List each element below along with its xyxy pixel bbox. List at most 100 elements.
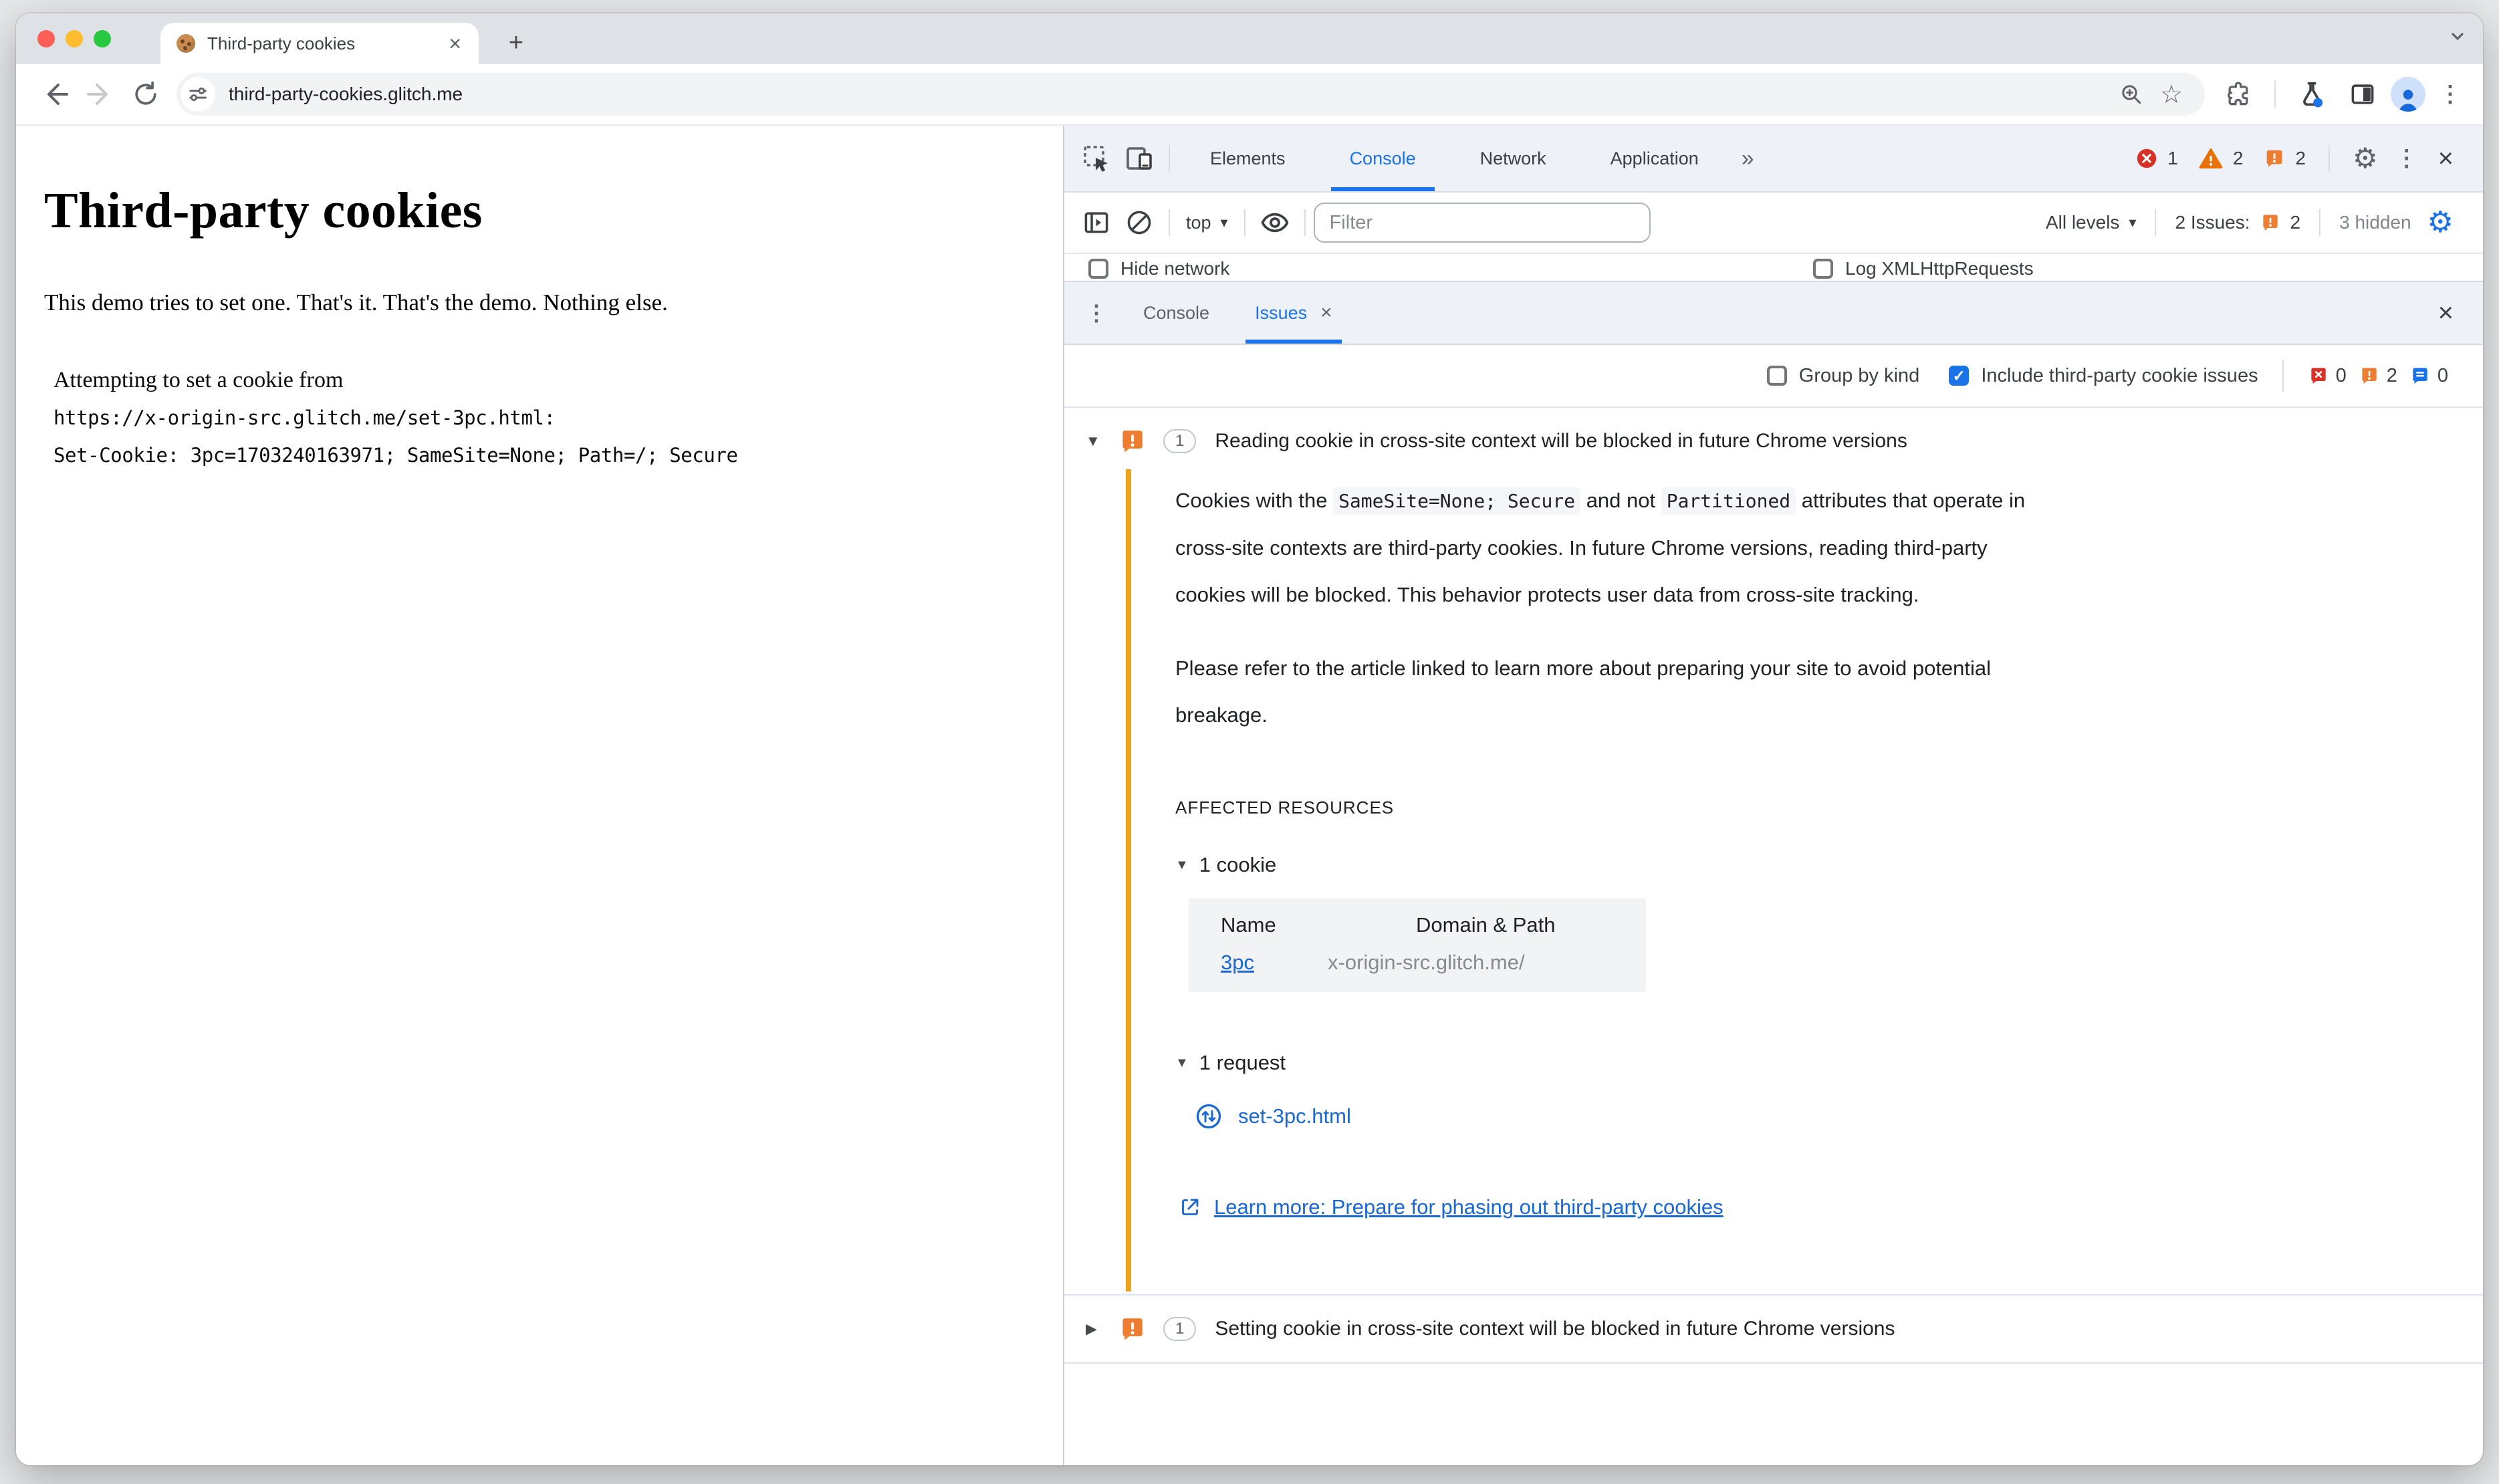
address-bar[interactable]: third-party-cookies.glitch.me ☆: [176, 73, 2205, 116]
desktop: Third-party cookies × + third-party-cook…: [0, 0, 2499, 1484]
info-bubble-icon: [2413, 368, 2427, 384]
issues-counter-count: 2: [2290, 212, 2301, 233]
affected-cookies-table: Name Domain & Path 3pc x-origin-src.glit…: [1189, 898, 1646, 992]
triangle-down-icon[interactable]: ▼: [1175, 1056, 1189, 1071]
issues-counter-label: 2 Issues:: [2175, 212, 2250, 233]
divider: [1169, 145, 1170, 172]
side-panel-icon[interactable]: [2340, 72, 2385, 117]
checkbox-unchecked-icon[interactable]: [1813, 259, 1833, 279]
divider: [2328, 145, 2330, 172]
experiments-flask-icon[interactable]: [2289, 72, 2335, 117]
drawer-menu-kebab-icon[interactable]: ⋮: [1072, 300, 1120, 326]
device-toolbar-icon[interactable]: [1118, 137, 1161, 180]
divider: [1243, 209, 1245, 236]
context-label: top: [1186, 212, 1211, 233]
issue-title[interactable]: Reading cookie in cross-site context wil…: [1215, 430, 1907, 453]
issues-icon[interactable]: [2263, 147, 2286, 170]
error-icon[interactable]: [2135, 147, 2158, 170]
extensions-icon[interactable]: [2216, 72, 2261, 117]
issue-row-collapsed[interactable]: ▶ 1 Setting cookie in cross-site context…: [1064, 1295, 2483, 1362]
clear-console-icon[interactable]: [1118, 201, 1161, 244]
attempt-line: Attempting to set a cookie from: [53, 368, 344, 392]
forward-icon[interactable]: [78, 72, 123, 117]
tab-application[interactable]: Application: [1578, 126, 1731, 191]
tab-elements[interactable]: Elements: [1178, 126, 1318, 191]
warning-icon[interactable]: [2198, 146, 2224, 171]
devtools-status-badges: 1 2 2 ⚙ ⋮ ×: [2135, 144, 2456, 174]
checkbox-unchecked-icon[interactable]: [1766, 366, 1787, 386]
divider: [2282, 360, 2284, 392]
back-icon[interactable]: [32, 72, 78, 117]
divider: [1304, 209, 1306, 236]
settings-gear-icon[interactable]: ⚙: [2353, 144, 2378, 172]
request-file-link[interactable]: set-3pc.html: [1238, 1104, 1351, 1128]
learn-more-row: Learn more: Prepare for phasing out thir…: [1178, 1195, 2429, 1219]
tab-network[interactable]: Network: [1448, 126, 1578, 191]
tab-strip: Third-party cookies × +: [16, 13, 2483, 64]
browser-tab[interactable]: Third-party cookies ×: [160, 23, 479, 64]
log-xhr-label: Log XMLHttpRequests: [1845, 258, 2034, 279]
table-row: 3pc x-origin-src.glitch.me/: [1189, 944, 1646, 981]
triangle-right-icon[interactable]: ▶: [1086, 1320, 1104, 1338]
devtools-menu-kebab-icon[interactable]: ⋮: [2387, 145, 2426, 172]
context-selector[interactable]: top ▾: [1178, 213, 1236, 233]
console-settings-row: Hide network Log XMLHttpRequests: [1064, 254, 2483, 281]
profile-avatar[interactable]: [2391, 77, 2425, 112]
log-levels-dropdown[interactable]: All levels ▾: [2046, 212, 2137, 233]
cookie-name-link[interactable]: 3pc: [1221, 951, 1254, 974]
group-by-kind-checkbox[interactable]: Group by kind: [1766, 365, 1919, 387]
include-third-party-checkbox[interactable]: ✓ Include third-party cookie issues: [1949, 365, 2258, 387]
cookie-group-toggle[interactable]: ▼ 1 cookie: [1175, 853, 2429, 877]
tab-console[interactable]: Console: [1318, 126, 1448, 191]
console-toolbar: top ▾ All levels: [1064, 193, 2483, 254]
minimize-window-button[interactable]: [66, 30, 83, 47]
tab-strip-chevron-down-icon[interactable]: [2448, 27, 2467, 45]
hidden-messages-label[interactable]: 3 hidden: [2339, 212, 2411, 233]
inspect-element-icon[interactable]: [1075, 137, 1118, 180]
divider: [1169, 209, 1170, 236]
checkbox-checked-icon[interactable]: ✓: [1949, 366, 1970, 386]
drawer-tab-close-icon[interactable]: ×: [1320, 301, 1332, 324]
log-xhr-checkbox[interactable]: Log XMLHttpRequests: [1813, 258, 2034, 279]
live-expression-eye-icon[interactable]: [1254, 201, 1296, 244]
more-tabs-icon[interactable]: »: [1731, 146, 1765, 172]
affected-resources-heading: AFFECTED RESOURCES: [1175, 797, 1395, 818]
external-link-icon: [1182, 1199, 1199, 1215]
hide-network-checkbox[interactable]: Hide network: [1088, 258, 1229, 279]
drawer-tab-console[interactable]: Console: [1120, 282, 1232, 344]
column-header-domain: Domain & Path: [1416, 913, 1556, 937]
devtools-close-icon[interactable]: ×: [2435, 144, 2456, 174]
zoom-in-icon[interactable]: [2111, 76, 2151, 113]
learn-more-link[interactable]: Learn more: Prepare for phasing out thir…: [1214, 1195, 1723, 1219]
issue-row-expanded[interactable]: ▼ 1 Reading cookie in cross-site context…: [1064, 408, 2483, 469]
reload-icon[interactable]: [123, 72, 168, 117]
checkbox-unchecked-icon[interactable]: [1088, 259, 1108, 279]
issue-warning-bubble-icon: [1122, 430, 1143, 453]
traffic-lights: [16, 30, 111, 47]
console-sidebar-icon[interactable]: [1075, 201, 1118, 244]
cookie-favicon-icon: [176, 34, 195, 53]
triangle-down-icon[interactable]: ▼: [1086, 432, 1104, 450]
drawer-tab-issues[interactable]: Issues ×: [1232, 282, 1355, 344]
console-settings-gear-icon[interactable]: ⚙: [2427, 208, 2454, 237]
issue-paragraph-1: Cookies with the SameSite=None; Secure a…: [1175, 477, 2051, 618]
levels-label: All levels: [2045, 212, 2120, 233]
bookmark-star-icon[interactable]: ☆: [2151, 76, 2191, 113]
page-title: Third-party cookies: [44, 182, 483, 239]
divider: [2155, 209, 2157, 236]
request-group-toggle[interactable]: ▼ 1 request: [1175, 1051, 2429, 1075]
console-filter-input[interactable]: [1313, 203, 1651, 243]
new-tab-button[interactable]: +: [497, 24, 535, 61]
url-text[interactable]: third-party-cookies.glitch.me: [229, 84, 2111, 105]
hide-network-label: Hide network: [1120, 258, 1230, 279]
browser-menu-kebab-icon[interactable]: ⋮: [2431, 81, 2470, 108]
issue-title[interactable]: Setting cookie in cross-site context wil…: [1215, 1318, 1895, 1340]
table-header-row: Name Domain & Path: [1189, 906, 1646, 944]
zoom-window-button[interactable]: [94, 30, 111, 47]
triangle-down-icon[interactable]: ▼: [1175, 858, 1189, 873]
issues-counter[interactable]: 2 Issues: 2: [2175, 212, 2300, 233]
close-window-button[interactable]: [37, 30, 55, 47]
site-settings-icon[interactable]: [181, 77, 215, 112]
drawer-close-icon[interactable]: ×: [2435, 298, 2456, 328]
tab-close-icon[interactable]: ×: [445, 31, 465, 56]
